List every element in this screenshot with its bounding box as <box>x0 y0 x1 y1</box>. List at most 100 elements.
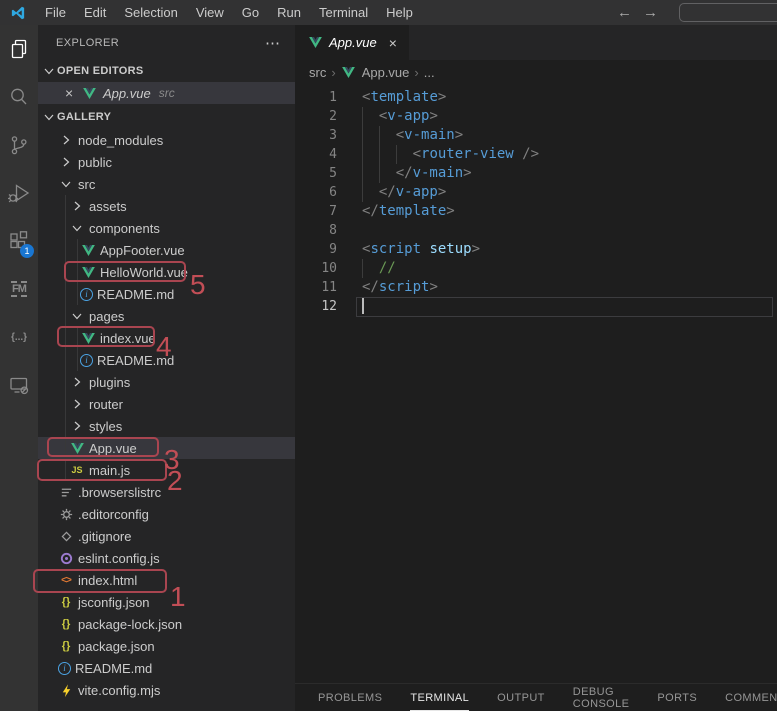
tree-item-assets[interactable]: assets <box>38 195 295 217</box>
tree-item-package-json[interactable]: {}package.json <box>38 635 295 657</box>
breadcrumb-item[interactable]: ... <box>424 65 435 80</box>
annotation-box-2 <box>37 459 167 481</box>
tree-item-plugins[interactable]: plugins <box>38 371 295 393</box>
open-editors-header[interactable]: OPEN EDITORS <box>38 60 295 82</box>
code-line-9[interactable]: 9<script setup> <box>295 240 777 259</box>
tree-item-jsconfig-json[interactable]: {}jsconfig.json <box>38 591 295 613</box>
indent-guide <box>362 126 363 145</box>
menu-run[interactable]: Run <box>268 5 310 20</box>
gallery-header[interactable]: GALLERY <box>38 104 295 129</box>
activity-remote-explorer-icon[interactable] <box>0 361 38 409</box>
activity-run-debug-icon[interactable] <box>0 169 38 217</box>
code-line-3[interactable]: 3 <v-main> <box>295 126 777 145</box>
close-icon[interactable]: × <box>389 35 397 51</box>
activity-search-icon[interactable] <box>0 73 38 121</box>
tree-item-pages[interactable]: pages <box>38 305 295 327</box>
tree-item-router[interactable]: router <box>38 393 295 415</box>
menu-view[interactable]: View <box>187 5 233 20</box>
title-bar: FileEditSelectionViewGoRunTerminalHelp ←… <box>0 0 777 25</box>
line-content: </v-main> <box>362 164 472 183</box>
panel-tab-ports[interactable]: PORTS <box>657 692 697 704</box>
line-content: </script> <box>362 278 438 297</box>
tree-item-readme-md[interactable]: iREADME.md <box>38 657 295 679</box>
tab-title: App.vue <box>329 35 377 50</box>
tree-item-label: .editorconfig <box>78 507 149 522</box>
tree-item-node-modules[interactable]: node_modules <box>38 129 295 151</box>
forward-arrow-icon[interactable]: → <box>643 4 658 21</box>
activity-braces-extension-icon[interactable]: {...} <box>0 313 38 361</box>
activity-source-control-icon[interactable] <box>0 121 38 169</box>
annotation-number-3: 3 <box>164 446 180 474</box>
tree-item-eslint-config-js[interactable]: eslint.config.js <box>38 547 295 569</box>
tree-item--editorconfig[interactable]: .editorconfig <box>38 503 295 525</box>
menu-go[interactable]: Go <box>233 5 268 20</box>
code-line-10[interactable]: 10 // <box>295 259 777 278</box>
code-line-8[interactable]: 8 <box>295 221 777 240</box>
tree-item-label: components <box>89 221 160 236</box>
tree-item-label: README.md <box>75 661 152 676</box>
line-content: </template> <box>362 202 455 221</box>
annotation-number-1: 1 <box>170 583 186 611</box>
panel-tab-terminal[interactable]: TERMINAL <box>410 692 469 704</box>
indent-guide <box>396 145 397 164</box>
code-line-7[interactable]: 7</template> <box>295 202 777 221</box>
code-line-1[interactable]: 1<template> <box>295 88 777 107</box>
eslint-icon <box>58 550 74 566</box>
git-diamond-icon <box>58 528 74 544</box>
tree-item-label: vite.config.mjs <box>78 683 160 698</box>
sidebar-title: EXPLORER <box>56 37 119 49</box>
activity-explorer-icon[interactable] <box>0 25 38 73</box>
indent-guide <box>362 145 363 164</box>
list-icon <box>58 484 74 500</box>
explorer-sidebar: EXPLORER ⋯ OPEN EDITORS × App.vue src GA… <box>38 25 295 711</box>
panel-tab-comments[interactable]: COMMENTS <box>725 692 777 704</box>
tree-item-label: eslint.config.js <box>78 551 160 566</box>
code-line-4[interactable]: 4 <router-view /> <box>295 145 777 164</box>
gear-icon <box>58 506 74 522</box>
chevron-right-icon <box>69 396 85 412</box>
code-editor[interactable]: 1<template>2 <v-app>3 <v-main>4 <router-… <box>295 84 777 683</box>
breadcrumb-item[interactable]: App.vue <box>362 65 410 80</box>
menu-terminal[interactable]: Terminal <box>310 5 377 20</box>
tab-appvue[interactable]: App.vue × <box>295 25 409 60</box>
breadcrumb-item[interactable]: src <box>309 65 326 80</box>
menu-edit[interactable]: Edit <box>75 5 115 20</box>
tree-item-package-lock-json[interactable]: {}package-lock.json <box>38 613 295 635</box>
menu-selection[interactable]: Selection <box>115 5 186 20</box>
tree-item-public[interactable]: public <box>38 151 295 173</box>
code-line-6[interactable]: 6 </v-app> <box>295 183 777 202</box>
menu-help[interactable]: Help <box>377 5 422 20</box>
breadcrumb-separator: › <box>331 65 335 80</box>
chevron-down-icon <box>69 220 85 236</box>
json-braces-icon: {} <box>58 616 74 632</box>
tree-item-components[interactable]: components <box>38 217 295 239</box>
indent-guide <box>362 164 363 183</box>
code-line-2[interactable]: 2 <v-app> <box>295 107 777 126</box>
panel-tab-debug-console[interactable]: DEBUG CONSOLE <box>573 686 630 710</box>
close-icon[interactable]: × <box>65 85 81 101</box>
line-number: 6 <box>295 183 337 202</box>
menu-file[interactable]: File <box>36 5 75 20</box>
more-actions-icon[interactable]: ⋯ <box>265 34 281 52</box>
back-arrow-icon[interactable]: ← <box>617 4 632 21</box>
indent-guide <box>362 259 363 278</box>
activity-extensions-icon[interactable]: 1 <box>0 217 38 265</box>
code-line-12[interactable]: 12 <box>295 297 777 316</box>
code-line-5[interactable]: 5 </v-main> <box>295 164 777 183</box>
panel-tab-output[interactable]: OUTPUT <box>497 692 545 704</box>
activity-fm-extension-icon[interactable]: FM <box>0 265 38 313</box>
open-editor-detail: src <box>159 86 175 100</box>
chevron-right-icon <box>69 374 85 390</box>
tree-item-styles[interactable]: styles <box>38 415 295 437</box>
panel-tab-problems[interactable]: PROBLEMS <box>318 692 382 704</box>
tree-item-vite-config-mjs[interactable]: vite.config.mjs <box>38 679 295 701</box>
sidebar-header: EXPLORER ⋯ <box>38 25 295 60</box>
tree-item-src[interactable]: src <box>38 173 295 195</box>
line-content: <v-app> <box>362 107 438 126</box>
annotation-box-3 <box>47 437 159 457</box>
tree-item--gitignore[interactable]: .gitignore <box>38 525 295 547</box>
fm-extension-icon: FM <box>11 281 27 297</box>
command-search-input[interactable] <box>679 3 777 22</box>
code-line-11[interactable]: 11</script> <box>295 278 777 297</box>
open-editor-item-appvue[interactable]: × App.vue src <box>38 82 295 104</box>
